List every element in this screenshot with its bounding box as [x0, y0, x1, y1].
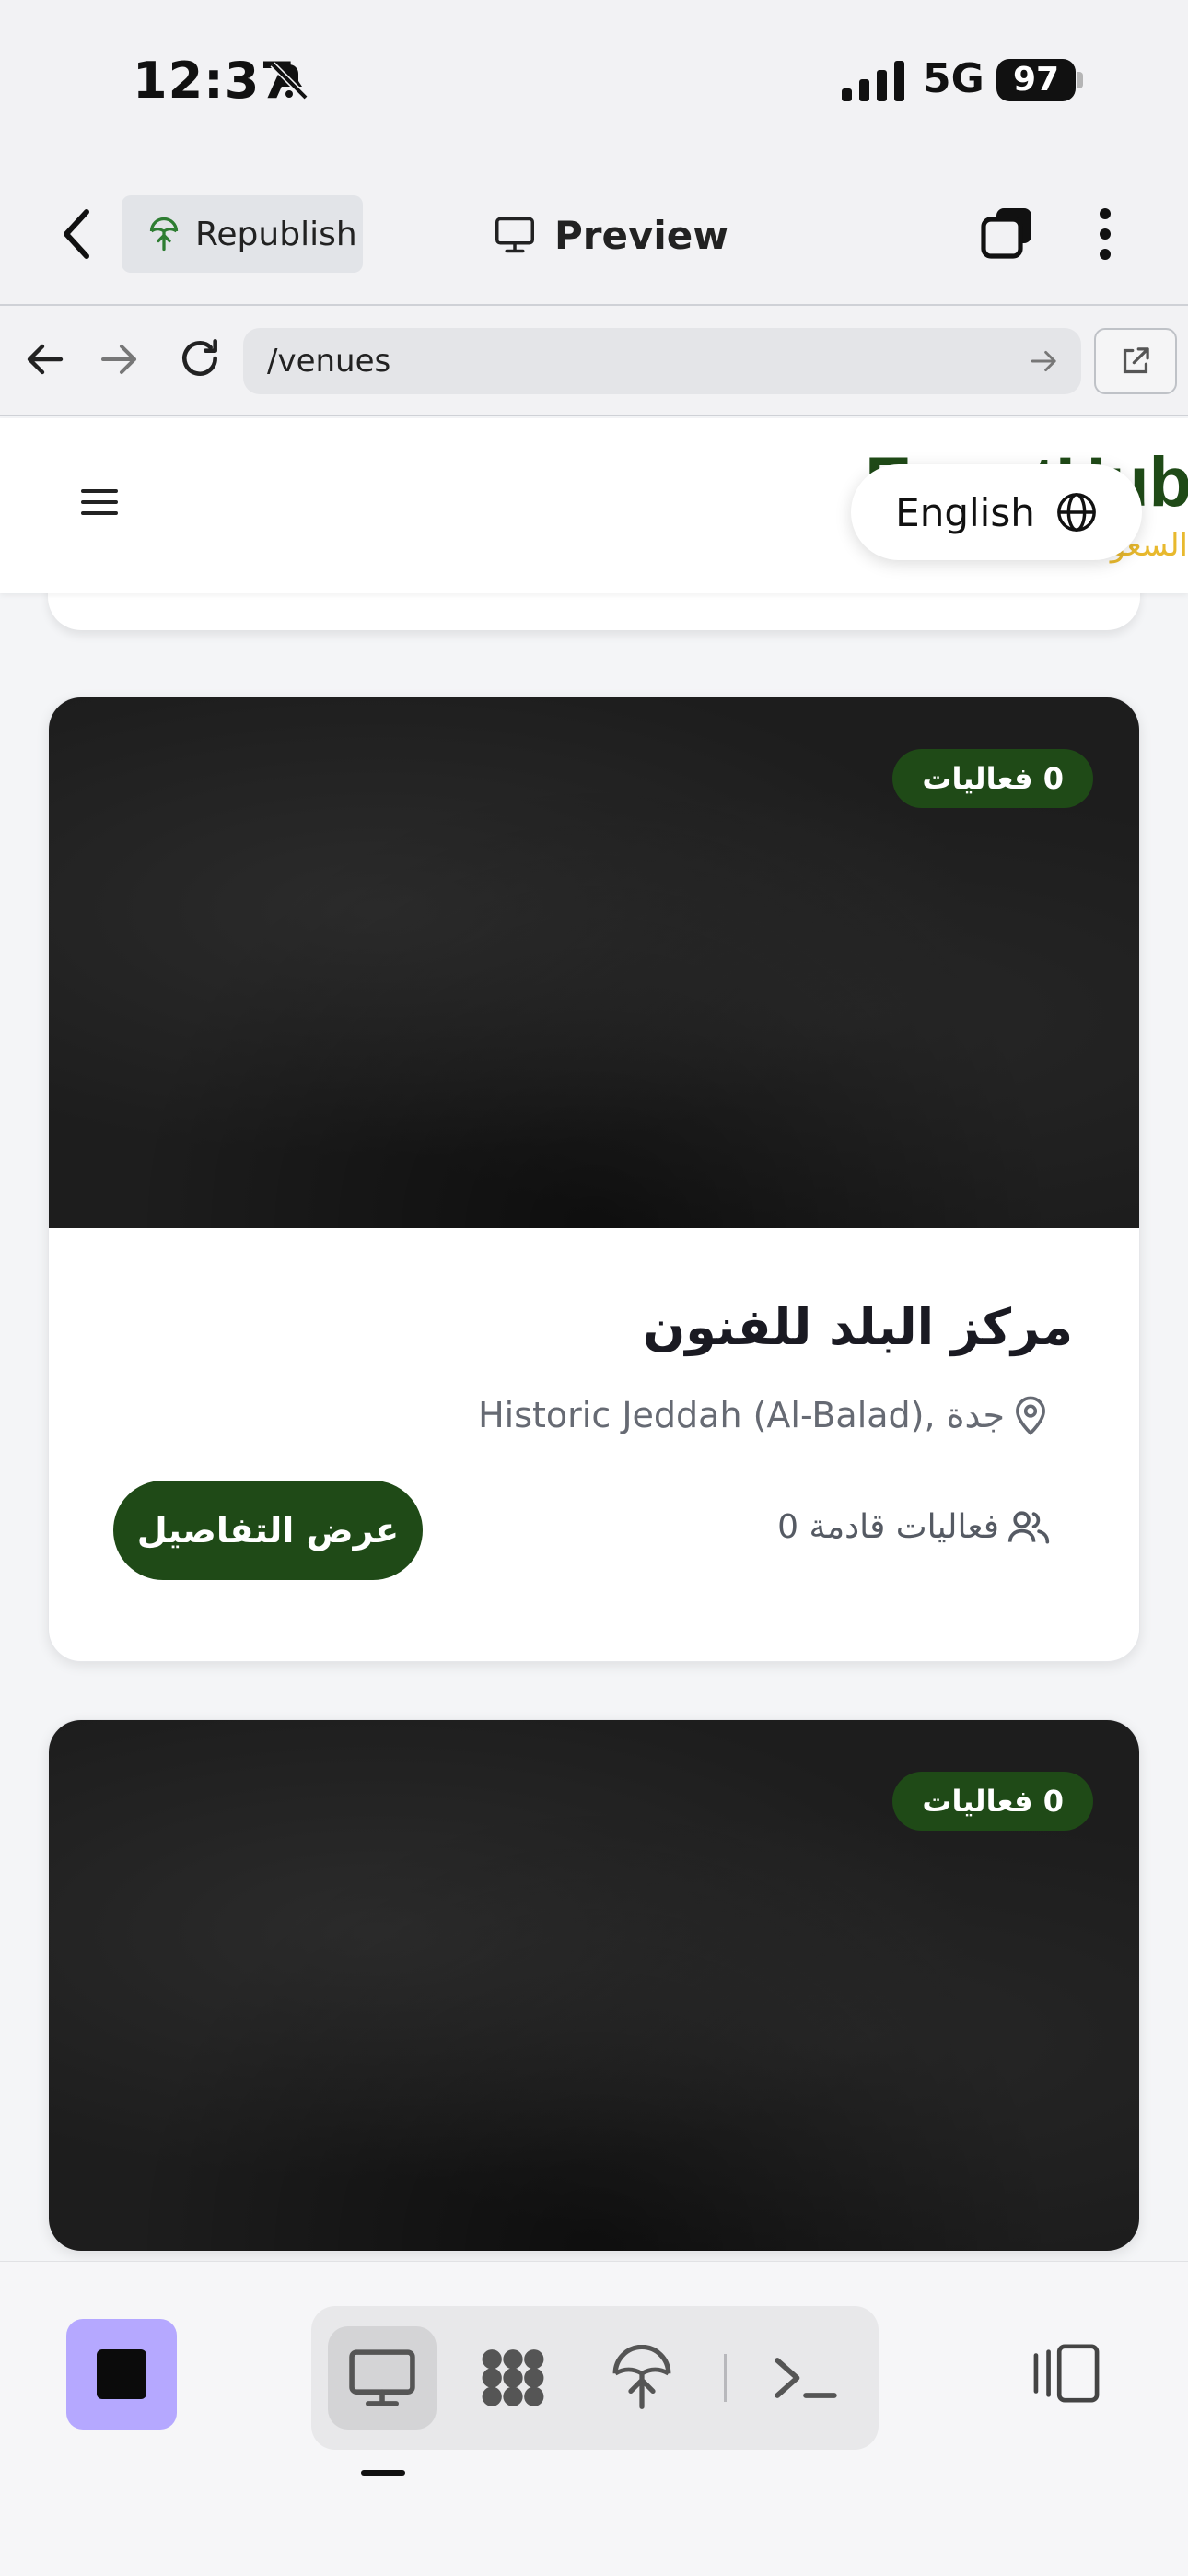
arrow-right-icon[interactable]: [99, 339, 140, 380]
menu-icon[interactable]: [81, 486, 118, 518]
venue-card[interactable]: 0 فعاليات مركز البلد للفنون Historic Jed…: [48, 697, 1140, 1662]
site-navbar: EventHub السعودية English: [0, 418, 1188, 593]
venue-card-previous: [48, 593, 1140, 630]
republish-label: Republish: [195, 215, 357, 253]
venue-location: Historic Jeddah (Al-Balad), جدة: [478, 1394, 1051, 1436]
language-label: English: [895, 489, 1035, 535]
grid-icon: [482, 2349, 544, 2406]
battery-tip: [1077, 72, 1083, 88]
monitor-icon: [349, 2349, 415, 2406]
browser-url-bar: /venues: [0, 306, 1188, 416]
active-tool-indicator: [361, 2470, 405, 2476]
go-arrow-icon[interactable]: [1030, 346, 1059, 376]
stop-icon: [97, 2349, 146, 2399]
workspace-tool-button[interactable]: [459, 2326, 567, 2430]
tool-group: [311, 2306, 879, 2450]
preview-tool-button[interactable]: [328, 2326, 437, 2430]
bottom-toolbar: [0, 2261, 1188, 2576]
preview-label: Preview: [554, 212, 729, 258]
status-bar: 12:37 5G 97: [0, 0, 1188, 162]
terminal-icon: [775, 2358, 837, 2398]
arrow-left-icon[interactable]: [24, 339, 64, 380]
reload-icon[interactable]: [177, 335, 223, 381]
deploy-icon: [612, 2345, 671, 2409]
panel-icon[interactable]: [1030, 2341, 1103, 2406]
venue-upcoming: 0 فعاليات قادمة: [777, 1506, 1051, 1547]
network-label: 5G: [923, 55, 984, 102]
map-pin-icon: [1016, 1396, 1045, 1435]
signal-icon: [842, 61, 904, 101]
venue-image: 0 فعاليات: [49, 697, 1139, 1228]
language-toggle[interactable]: English: [851, 464, 1142, 560]
venue-image: 0 فعاليات: [49, 1720, 1139, 2251]
venue-card[interactable]: 0 فعاليات: [48, 1719, 1140, 2252]
globe-icon: [1056, 493, 1096, 532]
venues-list: 0 فعاليات مركز البلد للفنون Historic Jed…: [0, 593, 1188, 2261]
back-icon[interactable]: [57, 206, 98, 262]
republish-button[interactable]: Republish: [122, 195, 363, 273]
stop-button[interactable]: [66, 2319, 177, 2430]
shell-tool-button[interactable]: [751, 2326, 860, 2430]
deploy-tool-button[interactable]: [588, 2326, 696, 2430]
tabs-icon[interactable]: [980, 205, 1035, 260]
more-icon[interactable]: [1087, 205, 1124, 263]
external-link-icon: [1123, 347, 1149, 374]
monitor-icon: [495, 217, 534, 253]
users-icon: [1007, 1511, 1050, 1544]
venue-name: مركز البلد للفنون: [643, 1298, 1073, 1356]
events-count-badge: 0 فعاليات: [892, 749, 1093, 808]
tool-separator: [724, 2354, 727, 2402]
app-header: Republish Preview: [0, 162, 1188, 306]
venue-card-body: مركز البلد للفنون Historic Jeddah (Al-Ba…: [49, 1228, 1139, 1661]
battery-indicator: 97: [996, 59, 1076, 101]
preview-title: Preview: [494, 203, 728, 267]
url-input[interactable]: /venues: [243, 328, 1081, 394]
open-external-button[interactable]: [1094, 328, 1177, 394]
view-details-button[interactable]: عرض التفاصيل: [113, 1481, 423, 1580]
bell-slash-icon: [270, 62, 309, 100]
url-text: /venues: [267, 343, 391, 380]
venue-upcoming-text: 0 فعاليات قادمة: [777, 1507, 999, 1546]
venue-location-text: Historic Jeddah (Al-Balad), جدة: [478, 1395, 1005, 1435]
events-count-badge: 0 فعاليات: [892, 1772, 1093, 1831]
republish-icon: [149, 217, 179, 252]
